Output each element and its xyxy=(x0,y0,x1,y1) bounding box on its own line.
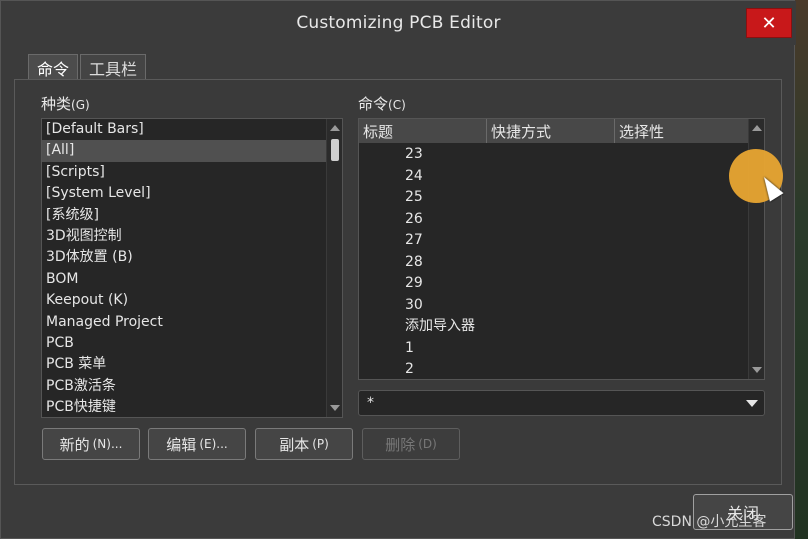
categories-list[interactable]: [Default Bars] [All] [Scripts] [System Leve… xyxy=(41,118,343,418)
command-row[interactable]: 30 xyxy=(359,295,749,317)
category-item[interactable]: 3D体放置 (B) xyxy=(42,247,342,268)
command-row[interactable]: 26 xyxy=(359,209,749,231)
edit-button[interactable]: 编辑 (E)... xyxy=(148,428,246,460)
command-row[interactable]: 2 xyxy=(359,359,749,379)
categories-scrollbar[interactable] xyxy=(326,119,342,417)
command-row[interactable]: 23 xyxy=(359,144,749,166)
new-button[interactable]: 新的 (N)... xyxy=(42,428,140,460)
scroll-thumb[interactable] xyxy=(331,139,339,161)
command-filter-dropdown[interactable]: * xyxy=(358,390,765,416)
command-row[interactable]: 27 xyxy=(359,230,749,252)
title-bar[interactable]: Customizing PCB Editor xyxy=(1,1,796,45)
category-item[interactable]: [Default Bars] xyxy=(42,119,342,140)
column-header-shortcut[interactable]: 快捷方式 xyxy=(487,119,615,143)
command-row[interactable]: 1 xyxy=(359,338,749,360)
customizing-dialog: Customizing PCB Editor ✕ 命令 工具栏 种类(G) [D… xyxy=(0,0,796,539)
scroll-up-icon[interactable] xyxy=(330,125,340,131)
commands-header: 标题 快捷方式 选择性 xyxy=(359,119,749,143)
watermark: CSDN @小允尘客 xyxy=(652,514,767,530)
column-header-title[interactable]: 标题 xyxy=(359,119,487,143)
commands-grid[interactable]: 标题 快捷方式 选择性 23 24 25 26 27 28 29 30 添加导入器 1 2 xyxy=(358,118,765,380)
command-row[interactable]: 24 xyxy=(359,166,749,188)
column-header-selectivity[interactable]: 选择性 xyxy=(615,119,749,143)
category-item[interactable]: [All] xyxy=(42,140,342,162)
window-title: Customizing PCB Editor xyxy=(296,13,501,33)
scroll-up-icon[interactable] xyxy=(752,125,762,131)
chevron-down-icon[interactable] xyxy=(746,400,758,407)
category-item[interactable]: PCB快捷键 xyxy=(42,397,342,417)
category-item[interactable]: 3D视图控制 xyxy=(42,226,342,247)
tab-strip: 命令 工具栏 xyxy=(28,54,148,81)
scroll-down-icon[interactable] xyxy=(752,367,762,373)
category-item[interactable]: [System Level] xyxy=(42,183,342,204)
category-item[interactable]: PCB 菜单 xyxy=(42,354,342,375)
close-icon: ✕ xyxy=(761,12,777,34)
command-row[interactable]: 25 xyxy=(359,187,749,209)
command-row[interactable]: 29 xyxy=(359,273,749,295)
command-row[interactable]: 28 xyxy=(359,252,749,274)
category-item[interactable]: Managed Project xyxy=(42,312,342,333)
category-item[interactable]: PCB激活条 xyxy=(42,376,342,397)
category-item[interactable]: Keepout (K) xyxy=(42,290,342,311)
close-window-button[interactable]: ✕ xyxy=(746,8,792,38)
categories-label: 种类(G) xyxy=(41,95,90,113)
commands-label: 命令(C) xyxy=(358,95,406,113)
category-item[interactable]: BOM xyxy=(42,269,342,290)
filter-value: * xyxy=(367,395,374,411)
tab-commands[interactable]: 命令 xyxy=(28,54,79,81)
category-item[interactable]: [Scripts] xyxy=(42,162,342,183)
tab-toolbars[interactable]: 工具栏 xyxy=(80,54,147,80)
delete-button: 删除 (D) xyxy=(362,428,460,460)
command-row[interactable]: 添加导入器 xyxy=(359,316,749,338)
copy-button[interactable]: 副本 (P) xyxy=(255,428,353,460)
category-item[interactable]: PCB xyxy=(42,333,342,354)
scroll-down-icon[interactable] xyxy=(330,405,340,411)
category-item[interactable]: [系统级] xyxy=(42,205,342,226)
